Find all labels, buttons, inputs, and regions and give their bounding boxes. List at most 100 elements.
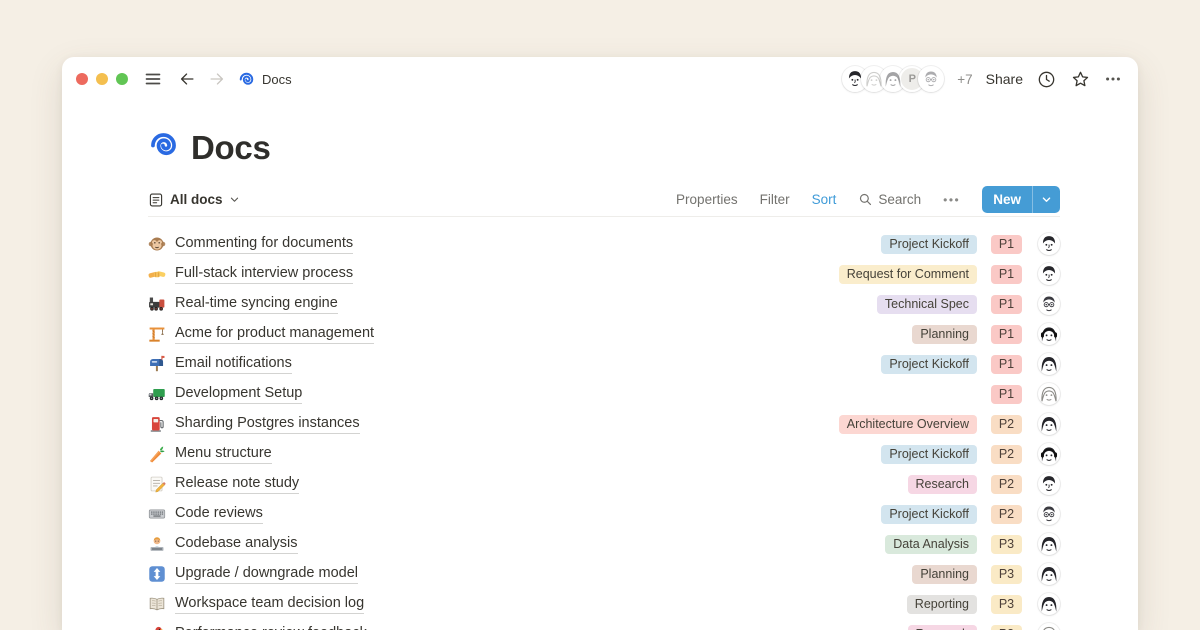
doc-title-link[interactable]: Sharding Postgres instances	[175, 414, 360, 434]
owner-avatar	[1038, 263, 1060, 285]
owner-avatar	[1038, 323, 1060, 345]
titlebar: Docs P +7 Share	[62, 57, 1138, 101]
search-button[interactable]: Search	[858, 192, 921, 207]
sort-button[interactable]: Sort	[812, 192, 837, 207]
doc-title-link[interactable]: Commenting for documents	[175, 234, 353, 254]
view-tab-all-docs[interactable]: All docs	[148, 192, 240, 208]
doc-row[interactable]: Performance review feedbackResearchP3	[148, 619, 1060, 630]
filter-button[interactable]: Filter	[760, 192, 790, 207]
search-label: Search	[878, 192, 921, 207]
owner-avatar	[1038, 623, 1060, 630]
priority-tag: P2	[991, 505, 1022, 524]
owner-avatar	[1038, 353, 1060, 375]
mailbox-icon	[148, 355, 166, 373]
doc-row[interactable]: Full-stack interview process Request for …	[148, 259, 1060, 289]
doc-type-tag: Research	[908, 475, 978, 494]
doc-title-link[interactable]: Release note study	[175, 474, 299, 494]
chevron-down-icon	[229, 194, 240, 205]
history-icon[interactable]	[1036, 69, 1057, 90]
doc-title-link[interactable]: Real-time syncing engine	[175, 294, 338, 314]
doc-row[interactable]: Menu structureProject KickoffP2	[148, 439, 1060, 469]
toolbar-more-icon[interactable]: •••	[943, 193, 960, 207]
doc-title-link[interactable]: Menu structure	[175, 444, 272, 464]
doc-type-tag: Project Kickoff	[881, 235, 977, 254]
doc-row[interactable]: Release note study Research P2	[148, 469, 1060, 499]
collaborator-avatar[interactable]	[880, 66, 906, 92]
docs-list: Commenting for documents Project Kickoff P…	[148, 229, 1060, 630]
doc-title-link[interactable]: Acme for product management	[175, 324, 374, 344]
priority-tag: P1	[991, 235, 1022, 254]
doc-title-link[interactable]: Upgrade / downgrade model	[175, 564, 358, 584]
back-icon[interactable]	[178, 70, 196, 88]
doc-title-link[interactable]: Email notifications	[175, 354, 292, 374]
priority-tag: P1	[991, 295, 1022, 314]
doc-row[interactable]: Real-time syncing engineTechnical SpecP1	[148, 289, 1060, 319]
doc-row[interactable]: Upgrade / downgrade modelPlanningP3	[148, 559, 1060, 589]
monkey-icon	[148, 235, 166, 253]
doc-title-link[interactable]: Code reviews	[175, 504, 263, 524]
priority-tag: P1	[991, 385, 1022, 404]
minimize-window-button[interactable]	[96, 73, 108, 85]
owner-avatar	[1038, 473, 1060, 495]
owner-avatar	[1038, 593, 1060, 615]
doc-type-tag: Research	[908, 625, 978, 630]
properties-button[interactable]: Properties	[676, 192, 738, 207]
page-spiral-icon[interactable]	[148, 130, 179, 166]
technologist-icon	[148, 535, 166, 553]
window-controls	[76, 73, 128, 85]
owner-avatar	[1038, 293, 1060, 315]
close-window-button[interactable]	[76, 73, 88, 85]
owner-avatar	[1038, 503, 1060, 525]
owner-avatar	[1038, 233, 1060, 255]
new-button[interactable]: New	[982, 186, 1060, 213]
priority-tag: P3	[991, 535, 1022, 554]
doc-row[interactable]: Sharding Postgres instances Architecture …	[148, 409, 1060, 439]
doc-title-link[interactable]: Development Setup	[175, 384, 302, 404]
fuelpump-icon	[148, 415, 166, 433]
maximize-window-button[interactable]	[116, 73, 128, 85]
doc-title-link[interactable]: Workspace team decision log	[175, 594, 364, 614]
view-tab-label: All docs	[170, 192, 223, 207]
app-window: Docs P +7 Share Docs All d	[62, 57, 1138, 630]
doc-type-tag: Architecture Overview	[839, 415, 977, 434]
forward-icon[interactable]	[208, 70, 226, 88]
doc-row[interactable]: Code reviews Project Kickoff P2	[148, 499, 1060, 529]
doc-row[interactable]: Codebase analysisData AnalysisP3	[148, 529, 1060, 559]
owner-avatar	[1038, 443, 1060, 465]
doc-row[interactable]: Email notificationsProject KickoffP1	[148, 349, 1060, 379]
doc-row[interactable]: Commenting for documents Project Kickoff P…	[148, 229, 1060, 259]
doc-type-tag: Request for Comment	[839, 265, 977, 284]
collaborator-avatar[interactable]	[918, 66, 944, 92]
more-options-icon[interactable]	[1104, 70, 1122, 88]
sidebar-toggle-icon[interactable]	[144, 70, 162, 88]
handshake-icon	[148, 265, 166, 283]
avatar-overflow-count[interactable]: +7	[957, 72, 972, 87]
owner-avatar	[1038, 413, 1060, 435]
collaborator-avatars[interactable]: P	[842, 66, 944, 92]
book-icon	[148, 595, 166, 613]
doc-row[interactable]: Development Setup—P1	[148, 379, 1060, 409]
crane-icon	[148, 325, 166, 343]
doc-row[interactable]: Acme for product management Planning P1	[148, 319, 1060, 349]
priority-tag: P2	[991, 475, 1022, 494]
doc-type-tag: Project Kickoff	[881, 505, 977, 524]
share-button[interactable]: Share	[986, 71, 1023, 87]
parrot-icon	[148, 625, 166, 630]
breadcrumb-title[interactable]: Docs	[262, 72, 292, 87]
priority-tag: P1	[991, 355, 1022, 374]
locomotive-icon	[148, 295, 166, 313]
owner-avatar	[1038, 563, 1060, 585]
doc-type-tag: Planning	[912, 325, 977, 344]
memo-icon	[148, 475, 166, 493]
doc-title-link[interactable]: Full-stack interview process	[175, 264, 353, 284]
view-toolbar: All docs Properties Filter Sort Search •…	[148, 187, 1060, 217]
search-icon	[858, 192, 873, 207]
doc-title-link[interactable]: Performance review feedback	[175, 624, 367, 630]
doc-title-link[interactable]: Codebase analysis	[175, 534, 298, 554]
doc-row[interactable]: Workspace team decision logReportingP3	[148, 589, 1060, 619]
new-dropdown-chevron-icon[interactable]	[1033, 194, 1060, 205]
document-icon	[148, 192, 164, 208]
priority-tag: P1	[991, 325, 1022, 344]
favorite-star-icon[interactable]	[1070, 69, 1091, 90]
doc-type-tag: Planning	[912, 565, 977, 584]
